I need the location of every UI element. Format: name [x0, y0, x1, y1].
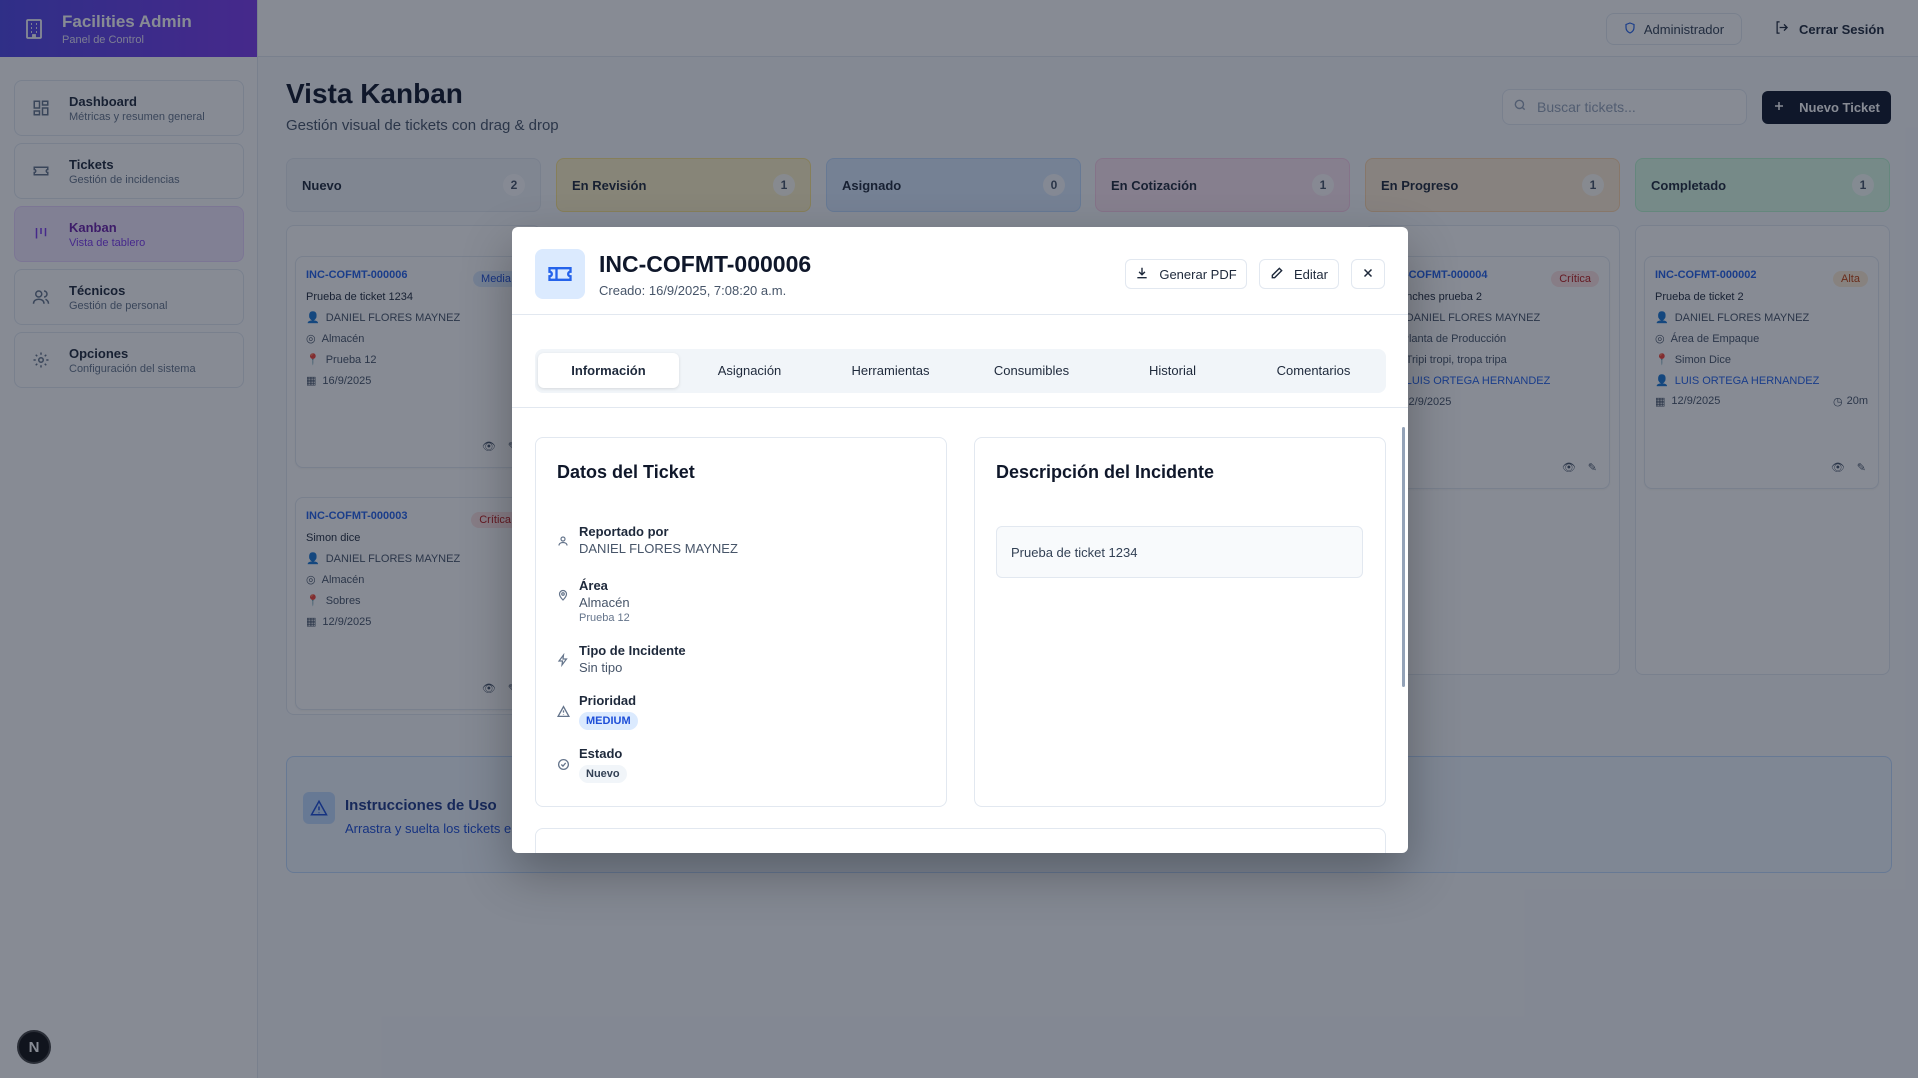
description-text: Prueba de ticket 1234 [996, 526, 1363, 578]
zap-icon [557, 652, 569, 675]
tab-comentarios[interactable]: Comentarios [1243, 353, 1384, 388]
field-incident-type: Tipo de Incidente Sin tipo [557, 643, 686, 675]
edit-label: Editar [1294, 266, 1328, 282]
close-icon [1362, 267, 1374, 282]
edit-button[interactable]: Editar [1259, 259, 1339, 289]
close-button[interactable] [1351, 259, 1385, 289]
field-label: Reportado por [579, 524, 669, 539]
generate-pdf-button[interactable]: Generar PDF [1125, 259, 1247, 289]
divider [512, 407, 1408, 408]
next-panel [535, 828, 1386, 853]
download-icon [1135, 266, 1149, 283]
modal-title: INC-COFMT-000006 [599, 251, 812, 277]
field-subvalue: Prueba 12 [579, 612, 630, 624]
field-value: Sin tipo [579, 660, 623, 675]
field-value: Almacén [579, 595, 630, 610]
tab-asignacion[interactable]: Asignación [679, 353, 820, 388]
status-chip: Nuevo [579, 765, 627, 783]
user-icon [557, 534, 569, 556]
field-priority: Prioridad MEDIUM [556, 693, 638, 730]
field-reported-by: Reportado por DANIEL FLORES MAYNEZ [557, 524, 738, 556]
panel-title: Datos del Ticket [557, 462, 695, 482]
app-root: Facilities Admin Panel de Control Dashbo… [0, 0, 1918, 1078]
modal-created-date: Creado: 16/9/2025, 7:08:20 a.m. [599, 283, 787, 298]
tab-herramientas[interactable]: Herramientas [820, 353, 961, 388]
edit-icon [1270, 266, 1284, 283]
incident-description-panel: Descripción del Incidente Prueba de tick… [974, 437, 1386, 807]
alert-triangle-icon [556, 705, 571, 730]
check-circle-icon [557, 758, 570, 783]
field-label: Tipo de Incidente [579, 643, 686, 658]
ticket-data-panel: Datos del Ticket Reportado por DANIEL FLO… [535, 437, 947, 807]
field-label: Estado [579, 746, 623, 761]
field-label: Prioridad [579, 693, 637, 708]
field-value: DANIEL FLORES MAYNEZ [579, 541, 738, 556]
ticket-detail-modal: INC-COFMT-000006 Creado: 16/9/2025, 7:08… [512, 227, 1408, 853]
modal-scrollbar[interactable] [1402, 427, 1405, 687]
priority-chip: MEDIUM [579, 712, 638, 730]
tab-historial[interactable]: Historial [1102, 353, 1243, 388]
modal-tabs: Información Asignación Herramientas Cons… [535, 349, 1386, 393]
tab-consumibles[interactable]: Consumibles [961, 353, 1102, 388]
field-label: Área [579, 578, 608, 593]
modal-header: INC-COFMT-000006 Creado: 16/9/2025, 7:08… [512, 227, 1408, 315]
generate-pdf-label: Generar PDF [1159, 266, 1237, 282]
field-area: Área Almacén Prueba 12 [557, 578, 630, 624]
ticket-icon [535, 249, 585, 299]
map-pin-icon [557, 588, 569, 624]
field-status: Estado Nuevo [557, 746, 627, 783]
panel-title: Descripción del Incidente [996, 462, 1215, 482]
tab-informacion[interactable]: Información [538, 353, 679, 388]
